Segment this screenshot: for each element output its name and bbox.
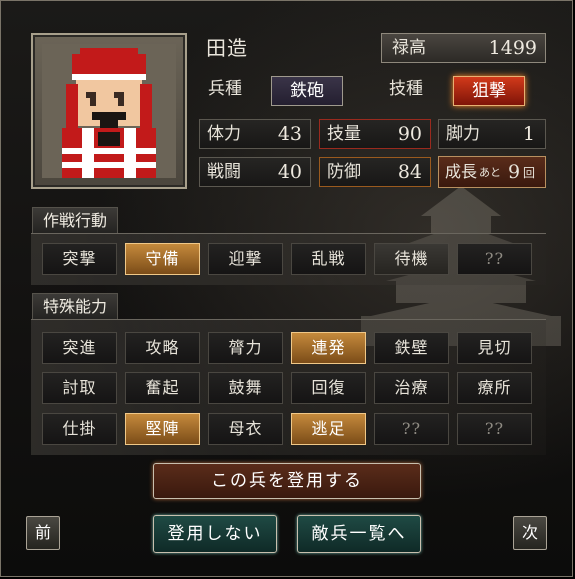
enemy-list-button[interactable]: 敵兵一覧へ — [297, 515, 421, 553]
ability-locked[interactable]: ?? — [457, 413, 532, 445]
stat-hp: 体力 43 — [199, 119, 311, 149]
growth-badge: 成長 あと 9 回 — [438, 156, 546, 188]
stat-label: 防御 — [327, 162, 361, 182]
ability-strength[interactable]: 膂力 — [208, 332, 283, 364]
prev-button[interactable]: 前 — [26, 516, 60, 550]
tactic-standby[interactable]: 待機 — [374, 243, 449, 275]
tactic-locked[interactable]: ?? — [457, 243, 532, 275]
ability-slay[interactable]: 討取 — [42, 372, 117, 404]
next-button[interactable]: 次 — [513, 516, 547, 550]
stat-value: 43 — [277, 123, 302, 145]
growth-unit: 回 — [523, 166, 536, 180]
skill-type-value: 狙撃 — [453, 76, 525, 106]
ability-treat[interactable]: 治療 — [374, 372, 449, 404]
stipend-value: 1499 — [488, 37, 537, 59]
ability-rapid-fire[interactable]: 連発 — [291, 332, 366, 364]
stat-speed: 脚力 1 — [438, 119, 546, 149]
tactic-guard[interactable]: 守備 — [125, 243, 200, 275]
ability-iron-wall[interactable]: 鉄壁 — [374, 332, 449, 364]
stat-label: 脚力 — [446, 124, 480, 144]
stat-value: 40 — [277, 161, 302, 183]
growth-count: 9 — [508, 161, 521, 183]
ability-inspire[interactable]: 鼓舞 — [208, 372, 283, 404]
ability-escape[interactable]: 逃足 — [291, 413, 366, 445]
stat-combat: 戦闘 40 — [199, 157, 311, 187]
soldier-portrait-icon — [42, 44, 176, 178]
ability-locked[interactable]: ?? — [374, 413, 449, 445]
stipend-box: 禄高 1499 — [381, 33, 546, 63]
troop-type-label: 兵種 — [208, 79, 242, 99]
stat-value: 90 — [397, 123, 422, 145]
stat-skill: 技量 90 — [319, 119, 431, 149]
unit-portrait — [31, 33, 187, 189]
growth-label: 成長 — [445, 162, 478, 181]
stat-value: 84 — [397, 161, 422, 183]
stat-label: 体力 — [207, 124, 241, 144]
stat-value: 1 — [522, 123, 535, 145]
ability-siege[interactable]: 攻略 — [125, 332, 200, 364]
growth-ato: あと — [479, 166, 501, 179]
ability-horo[interactable]: 母衣 — [208, 413, 283, 445]
tactic-charge[interactable]: 突撃 — [42, 243, 117, 275]
ability-recover[interactable]: 回復 — [291, 372, 366, 404]
stat-label: 戦闘 — [207, 162, 241, 182]
ability-firm-formation[interactable]: 堅陣 — [125, 413, 200, 445]
tactic-intercept[interactable]: 迎撃 — [208, 243, 283, 275]
decline-button[interactable]: 登用しない — [153, 515, 277, 553]
unit-name: 田造 — [206, 36, 248, 60]
stat-defense: 防御 84 — [319, 157, 431, 187]
troop-type-value: 鉄砲 — [271, 76, 343, 106]
stipend-label: 禄高 — [392, 38, 426, 58]
ability-rush[interactable]: 突進 — [42, 332, 117, 364]
unit-detail-panel: 田造 禄高 1499 兵種 鉄砲 技種 狙撃 体力 43 技量 90 脚力 1 … — [0, 0, 573, 577]
tactic-melee[interactable]: 乱戦 — [291, 243, 366, 275]
tactics-title: 作戦行動 — [32, 207, 119, 233]
ability-evade[interactable]: 見切 — [457, 332, 532, 364]
ability-rally[interactable]: 奮起 — [125, 372, 200, 404]
register-unit-button[interactable]: この兵を登用する — [153, 463, 421, 499]
abilities-title: 特殊能力 — [32, 293, 119, 319]
ability-clinic[interactable]: 療所 — [457, 372, 532, 404]
ability-trap[interactable]: 仕掛 — [42, 413, 117, 445]
skill-type-label: 技種 — [389, 79, 423, 99]
stat-label: 技量 — [327, 124, 361, 144]
